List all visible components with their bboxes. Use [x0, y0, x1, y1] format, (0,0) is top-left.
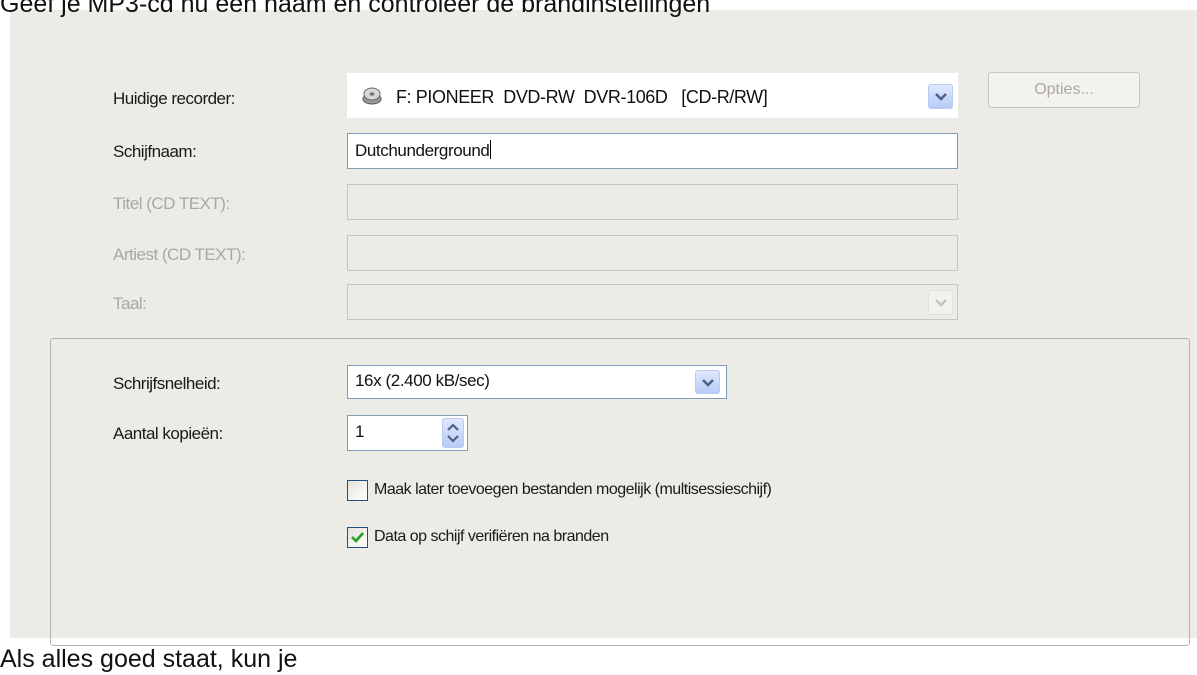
copies-label: Aantal kopieën:	[113, 424, 223, 443]
chevron-down-icon[interactable]	[695, 370, 720, 394]
multisession-label: Maak later toevoegen bestanden mogelijk …	[374, 481, 772, 498]
copies-value: 1	[355, 422, 365, 441]
chevron-down-icon[interactable]	[928, 290, 953, 315]
artist-label: Artiest (CD TEXT):	[113, 245, 246, 264]
disc-name-label: Schijfnaam:	[113, 142, 197, 161]
burn-settings-dialog: Huidige recorder: F: PIONEER DVD-RW DVR-…	[10, 10, 1197, 646]
chevron-down-icon[interactable]	[928, 84, 953, 109]
title-input[interactable]	[347, 184, 958, 220]
copies-stepper[interactable]: 1	[347, 415, 468, 451]
language-label: Taal:	[113, 294, 147, 313]
text-caret	[490, 140, 492, 159]
options-button[interactable]: Opties...	[988, 72, 1140, 108]
recorder-value: F: PIONEER DVD-RW DVR-106D [CD-R/RW]	[396, 87, 768, 107]
disc-drive-icon	[361, 85, 383, 107]
artist-input[interactable]	[347, 235, 958, 271]
title-label: Titel (CD TEXT):	[113, 194, 230, 213]
recorder-label: Huidige recorder:	[113, 89, 235, 108]
checkmark-icon	[351, 532, 364, 543]
language-dropdown[interactable]	[347, 284, 958, 320]
verify-checkbox[interactable]	[347, 527, 368, 548]
spin-button[interactable]	[442, 418, 464, 448]
verify-label: Data op schijf verifiëren na branden	[374, 528, 609, 545]
multisession-checkbox[interactable]	[347, 480, 368, 501]
disc-name-value: Dutchunderground	[355, 141, 490, 160]
write-speed-label: Schrijfsnelheid:	[113, 374, 221, 393]
write-speed-value: 16x (2.400 kB/sec)	[355, 371, 490, 390]
disc-name-input[interactable]: Dutchunderground	[347, 133, 958, 169]
caption-top: Geef je MP3-cd nu een naam en controleer…	[0, 0, 711, 18]
caption-bottom: Als alles goed staat, kun je	[0, 645, 298, 673]
write-speed-dropdown[interactable]: 16x (2.400 kB/sec)	[347, 365, 727, 399]
recorder-dropdown[interactable]: F: PIONEER DVD-RW DVR-106D [CD-R/RW]	[347, 73, 958, 118]
